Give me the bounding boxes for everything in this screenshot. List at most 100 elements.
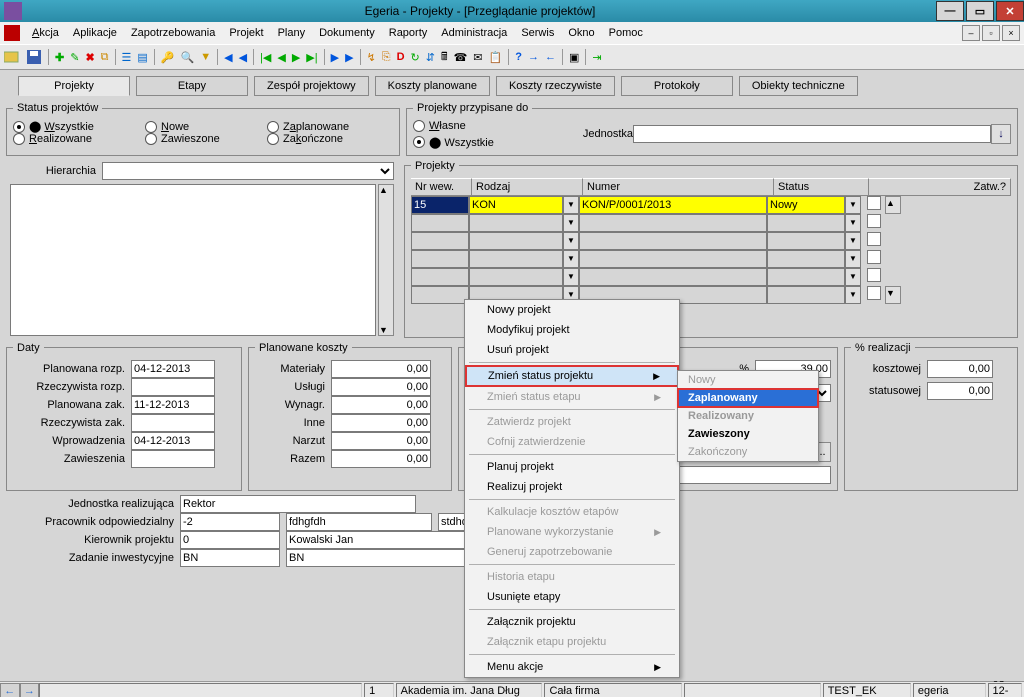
tab-obiekty[interactable]: Obiekty techniczne: [739, 76, 858, 96]
delete-icon[interactable]: ✖: [85, 51, 94, 64]
rec-next-icon[interactable]: ▶: [292, 51, 300, 64]
exit-icon[interactable]: ⇥: [592, 51, 601, 64]
kier-kod-input[interactable]: [180, 531, 280, 549]
radio-zakonczone[interactable]: Zakończone: [267, 133, 377, 145]
menu-administracja[interactable]: Administracja: [435, 25, 513, 41]
menu-projekt[interactable]: Projekt: [223, 25, 269, 41]
mail-icon[interactable]: ✉: [473, 51, 482, 64]
ctx-usuniete[interactable]: Usunięte etapy: [465, 587, 679, 607]
phone-icon[interactable]: ☎: [454, 51, 468, 64]
paste-icon[interactable]: 📋: [489, 51, 503, 64]
calc-icon[interactable]: 🖩: [441, 48, 448, 67]
save-icon[interactable]: [26, 49, 42, 65]
status-next-button[interactable]: →: [20, 683, 40, 697]
tab-protokoly[interactable]: Protokoły: [621, 76, 733, 96]
status-prev-button[interactable]: ←: [0, 683, 20, 697]
radio-wszystkie[interactable]: ⬤ Wszystkie: [13, 120, 133, 133]
scroll-up[interactable]: ▲: [885, 196, 901, 214]
tree-icon[interactable]: ▤: [137, 51, 147, 64]
scroll-down[interactable]: ▼: [885, 286, 901, 304]
tool-a-icon[interactable]: ↯: [367, 51, 376, 64]
rec-prev-icon[interactable]: ◀: [277, 51, 285, 64]
tab-zespol[interactable]: Zespół projektowy: [254, 76, 369, 96]
filter-icon[interactable]: ▼: [200, 51, 211, 63]
next-icon[interactable]: ▶: [331, 51, 339, 64]
menu-akcja[interactable]: Akcja: [26, 25, 65, 41]
koszt-input[interactable]: [927, 360, 993, 378]
win-icon[interactable]: ▣: [569, 51, 579, 64]
help-icon[interactable]: ?: [515, 51, 522, 63]
ctx-realizuj[interactable]: Realizuj projekt: [465, 477, 679, 497]
grid-row-4[interactable]: ▼▼: [411, 250, 1011, 268]
menu-serwis[interactable]: Serwis: [515, 25, 560, 41]
sub-zawieszony[interactable]: Zawieszony: [678, 425, 818, 443]
scrollbar[interactable]: ▲▼: [378, 184, 394, 336]
zawiesz-input[interactable]: [131, 450, 215, 468]
ctx-usun-projekt[interactable]: Usuń projekt: [465, 340, 679, 360]
maximize-button[interactable]: ▭: [966, 1, 994, 21]
grid-row-5[interactable]: ▼▼: [411, 268, 1011, 286]
mdi-close[interactable]: ×: [1002, 25, 1020, 41]
ctx-zmien-status-projektu[interactable]: Zmień status projektu▶: [465, 365, 679, 387]
open-icon[interactable]: [4, 49, 20, 65]
menu-dokumenty[interactable]: Dokumenty: [313, 25, 381, 41]
ctx-zal-projektu[interactable]: Załącznik projektu: [465, 612, 679, 632]
refresh-icon[interactable]: ↻: [411, 51, 420, 64]
prac-nazw-input[interactable]: [286, 513, 432, 531]
grid-row-3[interactable]: ▼▼: [411, 232, 1011, 250]
wprow-input[interactable]: [131, 432, 215, 450]
stat-input[interactable]: [927, 382, 993, 400]
prev-icon[interactable]: ◀: [239, 51, 247, 64]
tool-d-icon[interactable]: D: [397, 51, 405, 63]
narz-input[interactable]: [331, 432, 431, 450]
tab-koszty-rzecz[interactable]: Koszty rzeczywiste: [496, 76, 615, 96]
ctx-modyfikuj-projekt[interactable]: Modyfikuj projekt: [465, 320, 679, 340]
col-zatw[interactable]: Zatw.?: [869, 178, 1011, 196]
col-rodzaj[interactable]: Rodzaj: [472, 178, 583, 196]
col-nrwew[interactable]: Nr wew.: [411, 178, 472, 196]
search-icon[interactable]: 🔍: [181, 51, 195, 64]
prac-kod-input[interactable]: [180, 513, 280, 531]
ctx-planuj[interactable]: Planuj projekt: [465, 457, 679, 477]
sub-zaplanowany[interactable]: Zaplanowany: [678, 389, 818, 407]
rzecz-rozp-input[interactable]: [131, 378, 215, 396]
tab-koszty-plan[interactable]: Koszty planowane: [375, 76, 490, 96]
ctx-nowy-projekt[interactable]: Nowy projekt: [465, 300, 679, 320]
col-status[interactable]: Status: [774, 178, 869, 196]
grid-row-2[interactable]: ▼▼: [411, 214, 1011, 232]
mdi-restore[interactable]: ▫: [982, 25, 1000, 41]
jednostka-lookup-button[interactable]: ↓: [991, 124, 1011, 144]
tab-etapy[interactable]: Etapy: [136, 76, 248, 96]
menu-zapotrzebowania[interactable]: Zapotrzebowania: [125, 25, 221, 41]
radio-zawieszone[interactable]: Zawieszone: [145, 133, 255, 145]
tab-projekty[interactable]: Projekty: [18, 76, 130, 96]
raz-input[interactable]: [331, 450, 431, 468]
wyn-input[interactable]: [331, 396, 431, 414]
inne-input[interactable]: [331, 414, 431, 432]
radio-zaplanowane[interactable]: Zaplanowane: [267, 120, 377, 133]
hierarchia-select[interactable]: [102, 162, 394, 180]
menu-plany[interactable]: Plany: [272, 25, 312, 41]
tool-hier-icon[interactable]: ⇵: [426, 51, 435, 64]
mat-input[interactable]: [331, 360, 431, 378]
first-icon[interactable]: ◀: [224, 51, 232, 64]
key-icon[interactable]: 🔑: [161, 51, 175, 64]
col-numer[interactable]: Numer: [583, 178, 774, 196]
menu-aplikacje[interactable]: Aplikacje: [67, 25, 123, 41]
rzecz-zak-input[interactable]: [131, 414, 215, 432]
radio-wlasne[interactable]: Własne: [413, 120, 466, 132]
close-button[interactable]: ✕: [996, 1, 1024, 21]
ctx-menu-akcje[interactable]: Menu akcje▶: [465, 657, 679, 677]
grid-row-1[interactable]: 15 KON ▼ KON/P/0001/2013 Nowy ▼ ▲: [411, 196, 1011, 214]
plan-rozp-input[interactable]: [131, 360, 215, 378]
mdi-minimize[interactable]: –: [962, 25, 980, 41]
zad-kod-input[interactable]: [180, 549, 280, 567]
edit-icon[interactable]: ✎: [70, 51, 79, 64]
tool-b-icon[interactable]: ⎘: [382, 51, 391, 64]
minimize-button[interactable]: —: [936, 1, 964, 21]
usl-input[interactable]: [331, 378, 431, 396]
jednostka-input[interactable]: [633, 125, 991, 143]
out-icon[interactable]: →: [528, 51, 539, 63]
menu-raporty[interactable]: Raporty: [383, 25, 434, 41]
rec-first-icon[interactable]: |◀: [260, 51, 271, 64]
